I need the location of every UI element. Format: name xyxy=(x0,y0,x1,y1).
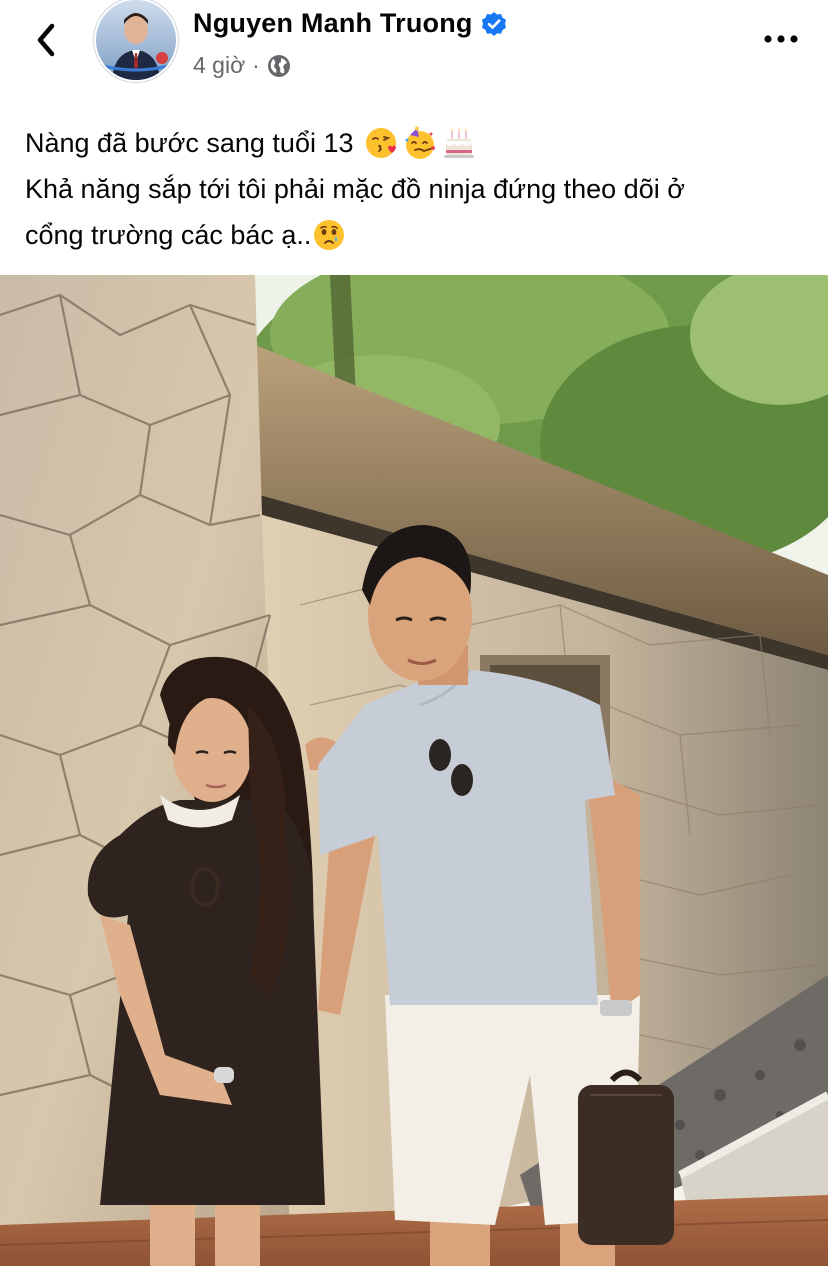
post-caption: Nàng đã bước sang tuổi 13 Khả năng sắp t… xyxy=(25,120,815,258)
caption-line-3: cổng trường các bác ạ.. xyxy=(25,212,815,258)
more-options-button[interactable] xyxy=(756,22,806,56)
face-holding-back-tears-emoji xyxy=(312,218,346,252)
author-avatar[interactable] xyxy=(96,0,176,80)
more-horizontal-icon xyxy=(764,35,798,43)
globe-icon[interactable] xyxy=(267,54,291,78)
post-header: Nguyen Manh Truong 4 giờ · xyxy=(0,0,828,100)
kissing-face-with-heart-emoji xyxy=(364,126,398,160)
chevron-left-icon xyxy=(37,23,55,57)
caption-text-3: cổng trường các bác ạ.. xyxy=(25,220,312,250)
post-time[interactable]: 4 giờ xyxy=(193,52,245,79)
caption-text-1: Nàng đã bước sang tuổi 13 xyxy=(25,128,354,158)
back-button[interactable] xyxy=(22,16,70,64)
author-name[interactable]: Nguyen Manh Truong xyxy=(193,8,473,39)
author-name-row: Nguyen Manh Truong xyxy=(193,8,507,39)
partying-face-emoji xyxy=(403,126,437,160)
post-meta: 4 giờ · xyxy=(193,52,291,79)
meta-separator: · xyxy=(252,52,260,78)
birthday-cake-emoji xyxy=(442,126,476,160)
caption-line-2: Khả năng sắp tới tôi phải mặc đồ ninja đ… xyxy=(25,166,815,212)
post-photo[interactable] xyxy=(0,275,828,1266)
caption-line-1: Nàng đã bước sang tuổi 13 xyxy=(25,120,815,166)
caption-text-2: Khả năng sắp tới tôi phải mặc đồ ninja đ… xyxy=(25,174,685,204)
verified-badge-icon xyxy=(481,11,507,37)
